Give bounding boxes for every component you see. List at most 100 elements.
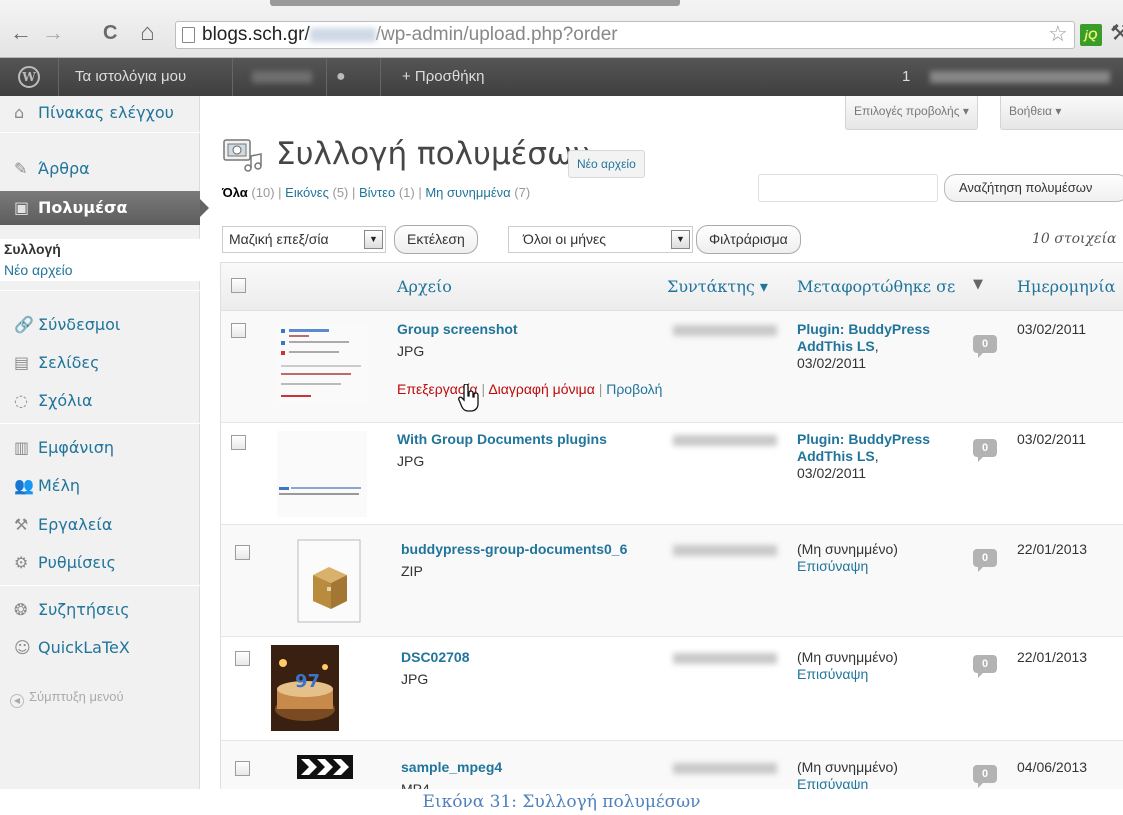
filter-video-count: (1) xyxy=(398,185,415,200)
comment-count-bubble[interactable]: 0 xyxy=(973,335,997,358)
updates-count[interactable]: 1 xyxy=(902,58,910,96)
bulk-actions-select[interactable]: Μαζική επεξ/σία ▼ xyxy=(222,226,386,253)
row-checkbox[interactable] xyxy=(231,435,246,450)
row-checkbox[interactable] xyxy=(231,323,246,338)
sidebar-item-pages[interactable]: ▤ Σελίδες xyxy=(0,346,200,380)
select-all-checkbox[interactable] xyxy=(231,278,246,293)
file-type: JPG xyxy=(401,671,429,687)
media-filter-links: Όλα (10) | Εικόνες (5) | Βίντεο (1) | Μη… xyxy=(222,185,531,200)
file-type: ZIP xyxy=(401,563,423,579)
sidebar-item-media[interactable]: ▣ Πολυμέσα xyxy=(0,191,209,225)
upload-date: 04/06/2013 xyxy=(1017,759,1088,775)
address-bar[interactable]: blogs.sch.gr/ /wp-admin/upload.php?order xyxy=(175,21,1075,49)
dashboard-icon: ⌂ xyxy=(14,103,25,122)
delete-permanently-link[interactable]: Διαγραφή μόνιμα xyxy=(488,381,595,397)
svg-text:97: 97 xyxy=(295,671,320,692)
add-new-media-button[interactable]: Νέο αρχείο xyxy=(568,150,645,178)
user-account[interactable] xyxy=(930,58,1110,96)
column-date[interactable]: Ημερομηνία xyxy=(1017,277,1115,296)
file-name-link[interactable]: With Group Documents plugins xyxy=(397,431,607,447)
column-file[interactable]: Αρχείο xyxy=(397,277,452,296)
sidebar-item-label: Πίνακας ελέγχου xyxy=(38,103,174,122)
hand-cursor-icon xyxy=(458,384,479,412)
wordpress-logo-icon[interactable]: W xyxy=(18,66,40,88)
filter-unattached[interactable]: Μη συνημμένα xyxy=(425,185,510,200)
sidebar-item-users[interactable]: 👥 Μέλη xyxy=(0,469,200,503)
sidebar-item-posts[interactable]: ✎ Άρθρα xyxy=(0,152,200,186)
unattached-label: (Μη συνημμένο) xyxy=(797,541,898,557)
sidebar-item-comments[interactable]: ◌ Σχόλια xyxy=(0,384,200,418)
author-redacted xyxy=(673,763,777,774)
submenu-add-new[interactable]: Νέο αρχείο xyxy=(4,260,200,281)
row-actions: Επεξεργασία | Διαγραφή μόνιμα | Προβολή xyxy=(397,381,663,397)
months-value: Όλοι οι μήνες xyxy=(523,231,607,247)
search-media-button[interactable]: Αναζήτηση πολυμέσων xyxy=(944,174,1123,202)
my-blogs-link[interactable]: Τα ιστολόγια μου xyxy=(75,58,186,96)
file-type: JPG xyxy=(397,453,425,469)
jquery-extension-icon[interactable]: jQ xyxy=(1080,24,1102,46)
sidebar-item-tools[interactable]: ⚒ Εργαλεία xyxy=(0,508,200,542)
comment-count-bubble[interactable]: 0 xyxy=(973,655,997,678)
sidebar-item-label: Σχόλια xyxy=(38,391,93,410)
column-author[interactable]: Συντάκτης ▾ xyxy=(667,277,768,296)
sidebar-item-label: Άρθρα xyxy=(38,159,90,178)
filter-all-count: (10) xyxy=(251,185,275,200)
attached-post-link[interactable]: Plugin: BuddyPress xyxy=(797,321,930,337)
help-tab[interactable]: Βοήθεια ▾ xyxy=(1000,96,1123,130)
quicklatex-icon: ☺ xyxy=(14,638,31,657)
sidebar-item-quicklatex[interactable]: ☺ QuickLaTeX xyxy=(0,631,200,665)
filter-all[interactable]: Όλα xyxy=(222,185,248,200)
attached-date: 03/02/2011 xyxy=(797,465,867,481)
sidebar-item-dashboard[interactable]: ⌂ Πίνακας ελέγχου xyxy=(0,96,200,130)
column-uploaded-to[interactable]: Μεταφορτώθηκε σε xyxy=(797,277,955,296)
sidebar-item-links[interactable]: 🔗 Σύνδεσμοι xyxy=(0,308,200,342)
view-link[interactable]: Προβολή xyxy=(606,381,662,397)
filter-images[interactable]: Εικόνες xyxy=(285,185,329,200)
collapse-menu-button[interactable]: ◀ Σύμπτυξη μενού xyxy=(10,689,124,708)
forward-icon[interactable]: → xyxy=(42,22,64,44)
filter-video[interactable]: Βίντεο xyxy=(359,185,395,200)
apply-button[interactable]: Εκτέλεση xyxy=(394,225,478,254)
months-select[interactable]: Όλοι οι μήνες ▼ xyxy=(508,226,693,253)
row-checkbox[interactable] xyxy=(235,651,250,666)
row-checkbox[interactable] xyxy=(235,761,250,776)
reload-icon[interactable]: C xyxy=(103,22,117,44)
site-name-link[interactable] xyxy=(252,58,312,96)
submenu-library[interactable]: Συλλογή xyxy=(4,239,200,260)
attached-post-link-2[interactable]: AddThis LS xyxy=(797,448,875,464)
add-new-menu[interactable]: + Προσθήκη xyxy=(402,58,484,96)
uploaded-to-info: (Μη συνημμένο) Επισύναψη xyxy=(797,649,898,683)
upload-date: 22/01/2013 xyxy=(1017,649,1088,665)
sidebar-item-appearance[interactable]: ▥ Εμφάνιση xyxy=(0,431,200,465)
unattached-label: (Μη συνημμένο) xyxy=(797,649,898,665)
bookmark-star-icon[interactable]: ☆ xyxy=(1048,22,1068,46)
comment-count-bubble[interactable]: 0 xyxy=(973,439,997,462)
search-input[interactable] xyxy=(758,174,938,202)
collapse-menu-label: Σύμπτυξη μενού xyxy=(29,689,124,704)
attached-post-link[interactable]: Plugin: BuddyPress xyxy=(797,431,930,447)
screen-options-tab[interactable]: Επιλογές προβολής ▾ xyxy=(845,96,978,130)
sidebar-item-label: Σελίδες xyxy=(38,353,100,372)
home-icon[interactable]: ⌂ xyxy=(140,21,155,45)
attach-link[interactable]: Επισύναψη xyxy=(797,666,868,682)
appearance-icon: ▥ xyxy=(14,438,30,457)
comment-count-bubble[interactable]: 0 xyxy=(973,765,997,788)
file-name-link[interactable]: sample_mpeg4 xyxy=(401,759,502,775)
chevron-down-icon: ▼ xyxy=(671,230,690,249)
attach-link[interactable]: Επισύναψη xyxy=(797,558,868,574)
bulk-actions-value: Μαζική επεξ/σία xyxy=(229,231,329,247)
url-host: blogs.sch.gr/ xyxy=(202,24,310,45)
row-checkbox[interactable] xyxy=(235,545,250,560)
unattached-label: (Μη συνημμένο) xyxy=(797,759,898,775)
file-name-link[interactable]: Group screenshot xyxy=(397,321,518,337)
file-name-link[interactable]: DSC02708 xyxy=(401,649,470,665)
comment-count-bubble[interactable]: 0 xyxy=(973,549,997,572)
sidebar-item-discussions[interactable]: ❂ Συζητήσεις xyxy=(0,593,200,627)
filter-button[interactable]: Φιλτράρισμα xyxy=(696,225,801,254)
back-icon[interactable]: ← xyxy=(10,22,32,44)
file-name-link[interactable]: buddypress-group-documents0_6 xyxy=(401,541,627,557)
attached-post-link-2[interactable]: AddThis LS xyxy=(797,338,875,354)
wrench-icon[interactable]: ⚒ xyxy=(1110,20,1123,46)
comments-icon[interactable]: ● xyxy=(336,58,346,96)
sidebar-item-settings[interactable]: ⚙ Ρυθμίσεις xyxy=(0,546,200,580)
